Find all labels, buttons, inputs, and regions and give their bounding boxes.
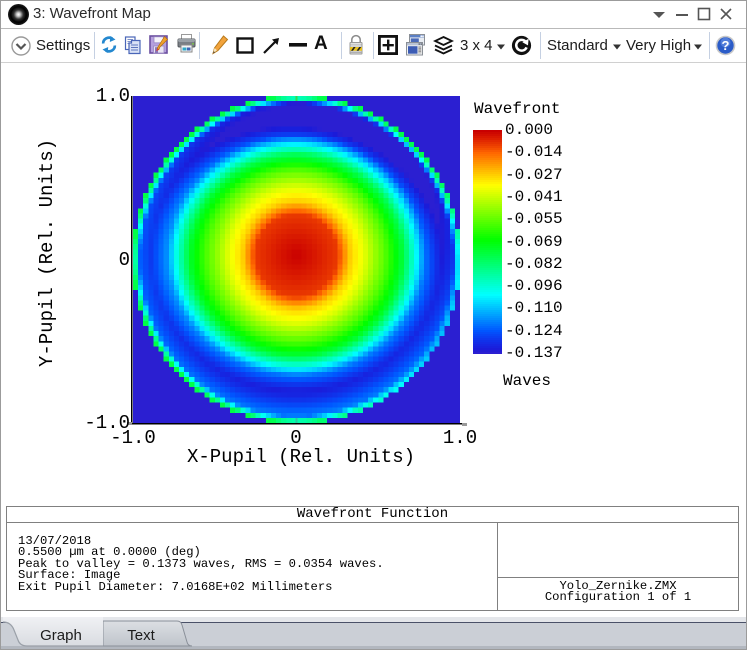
- svg-text:Graph: Graph: [40, 627, 82, 644]
- svg-text:?: ?: [722, 38, 730, 53]
- svg-text:Text: Text: [127, 627, 155, 644]
